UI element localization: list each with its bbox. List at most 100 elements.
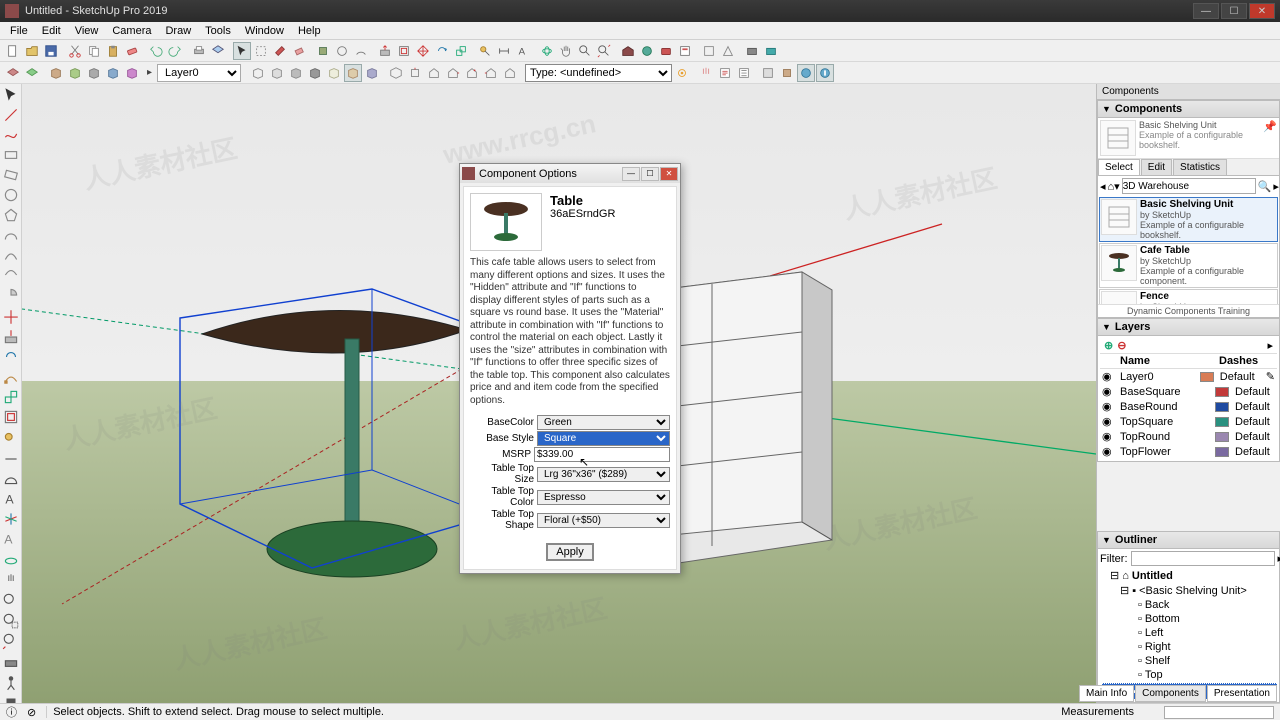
view-front-icon[interactable] (425, 64, 443, 82)
lt-circle-icon[interactable] (2, 186, 20, 204)
visibility-icon[interactable]: ◉ (1102, 415, 1114, 428)
type-dropdown[interactable]: Type: <undefined> (525, 64, 672, 82)
btab-components[interactable]: Components (1135, 685, 1206, 702)
maximize-button[interactable]: ☐ (1221, 3, 1247, 19)
view-extra-icon[interactable] (501, 64, 519, 82)
layout-icon[interactable] (676, 42, 694, 60)
nav-back-icon[interactable]: ◂ (1100, 180, 1106, 193)
scale-icon[interactable] (452, 42, 470, 60)
dc-opts-icon[interactable] (716, 64, 734, 82)
menu-file[interactable]: File (3, 25, 35, 37)
layer-dropdown[interactable]: Layer0 (157, 64, 241, 82)
visibility-icon[interactable]: ◉ (1102, 370, 1114, 383)
tool-a-icon[interactable] (314, 42, 332, 60)
menu-camera[interactable]: Camera (105, 25, 158, 37)
extra-1-icon[interactable] (700, 42, 718, 60)
msrp-input[interactable] (534, 447, 670, 462)
orbit-icon[interactable] (538, 42, 556, 60)
topsize-select[interactable]: Lrg 36"x36" ($289) (537, 467, 670, 482)
shape-c-icon[interactable] (287, 64, 305, 82)
visibility-icon[interactable]: ◉ (1102, 430, 1114, 443)
erase-icon[interactable] (123, 42, 141, 60)
geo-off-icon[interactable]: ⊘ (27, 706, 36, 719)
lt-axes-icon[interactable] (2, 510, 20, 528)
layer-row[interactable]: ◉TopFlowerDefault (1100, 444, 1277, 459)
apply-button[interactable]: Apply (546, 543, 594, 561)
tree-node[interactable]: ▫Bottom (1102, 612, 1277, 626)
cube-e-icon[interactable] (123, 64, 141, 82)
outliner-filter-input[interactable] (1131, 551, 1275, 566)
lt-move-icon[interactable] (2, 308, 20, 326)
layers-panel-header[interactable]: ▼Layers (1097, 318, 1280, 336)
help-icon[interactable]: ⓘ (6, 704, 17, 720)
tree-node[interactable]: ▫Left (1102, 626, 1277, 640)
btab-maininfo[interactable]: Main Info (1079, 685, 1134, 702)
zoom-icon[interactable] (576, 42, 594, 60)
dialog-titlebar[interactable]: Component Options — ☐ ✕ (460, 164, 680, 183)
add-layer-icon[interactable]: ⊕ (1104, 339, 1113, 352)
lt-zoom-icon[interactable] (2, 592, 20, 610)
tree-node[interactable]: ▫Back (1102, 598, 1277, 612)
tree-node[interactable]: ⊟▪<Basic Shelving Unit> (1102, 583, 1277, 598)
tree-node[interactable]: ▫Shelf (1102, 654, 1277, 668)
tab-edit[interactable]: Edit (1141, 159, 1172, 175)
make-comp-icon[interactable] (252, 42, 270, 60)
tree-node[interactable]: ▫Top (1102, 668, 1277, 682)
lt-line-icon[interactable] (2, 106, 20, 124)
basecolor-select[interactable]: Green (537, 415, 670, 430)
tab-select[interactable]: Select (1098, 159, 1140, 175)
lt-section-icon[interactable] (2, 654, 20, 672)
extra-3-icon[interactable] (743, 42, 761, 60)
layer-row[interactable]: ◉BaseSquareDefault (1100, 384, 1277, 399)
menu-view[interactable]: View (68, 25, 106, 37)
menu-draw[interactable]: Draw (158, 25, 198, 37)
menu-edit[interactable]: Edit (35, 25, 68, 37)
geo-icon[interactable] (638, 42, 656, 60)
shape-f-icon[interactable] (344, 64, 362, 82)
cut-icon[interactable] (66, 42, 84, 60)
layer-row[interactable]: ◉Layer0Default✎ (1100, 369, 1277, 384)
adv-b-icon[interactable] (778, 64, 796, 82)
dim-icon[interactable] (495, 42, 513, 60)
layer-menu-icon[interactable]: ▸ (1267, 339, 1273, 352)
nav-fwd-icon[interactable]: ▸ (1273, 180, 1279, 193)
dialog-max-button[interactable]: ☐ (641, 167, 659, 181)
lt-zoomext-icon[interactable] (2, 632, 20, 650)
lt-rotate-icon[interactable] (2, 348, 20, 366)
components-panel-header[interactable]: ▼Components (1097, 100, 1280, 118)
cube-b-icon[interactable] (66, 64, 84, 82)
text-icon[interactable]: A (514, 42, 532, 60)
list-item[interactable]: Fenceby SketchUp (1099, 289, 1278, 304)
lt-pushpull-icon[interactable] (2, 328, 20, 346)
shape-d-icon[interactable] (306, 64, 324, 82)
offset-icon[interactable] (395, 42, 413, 60)
layer-tool-a-icon[interactable] (4, 64, 22, 82)
shape-b-icon[interactable] (268, 64, 286, 82)
save-icon[interactable] (42, 42, 60, 60)
dialog-close-button[interactable]: ✕ (660, 167, 678, 181)
menu-help[interactable]: Help (291, 25, 328, 37)
ext-icon[interactable] (657, 42, 675, 60)
rotate-icon[interactable] (433, 42, 451, 60)
lt-arc2-icon[interactable] (2, 246, 20, 264)
lt-dim-icon[interactable] (2, 450, 20, 468)
undo-icon[interactable] (147, 42, 165, 60)
tab-statistics[interactable]: Statistics (1173, 159, 1227, 175)
lt-pie-icon[interactable] (2, 286, 20, 304)
visibility-icon[interactable]: ◉ (1102, 445, 1114, 458)
view-iso-icon[interactable] (387, 64, 405, 82)
menu-tools[interactable]: Tools (198, 25, 238, 37)
adv-d-icon[interactable] (816, 64, 834, 82)
lt-follow-icon[interactable] (2, 368, 20, 386)
arc-icon[interactable] (352, 42, 370, 60)
lt-zoomwin-icon[interactable] (2, 612, 20, 630)
tape-icon[interactable] (476, 42, 494, 60)
minimize-button[interactable]: — (1193, 3, 1219, 19)
lt-tape-icon[interactable] (2, 430, 20, 448)
topshape-select[interactable]: Floral (+$50) (537, 513, 670, 528)
layer-row[interactable]: ◉BaseRoundDefault (1100, 399, 1277, 414)
visibility-icon[interactable]: ◉ (1102, 400, 1114, 413)
layer-row[interactable]: ◉TopRoundDefault (1100, 429, 1277, 444)
menu-window[interactable]: Window (238, 25, 291, 37)
warehouse-icon[interactable] (619, 42, 637, 60)
